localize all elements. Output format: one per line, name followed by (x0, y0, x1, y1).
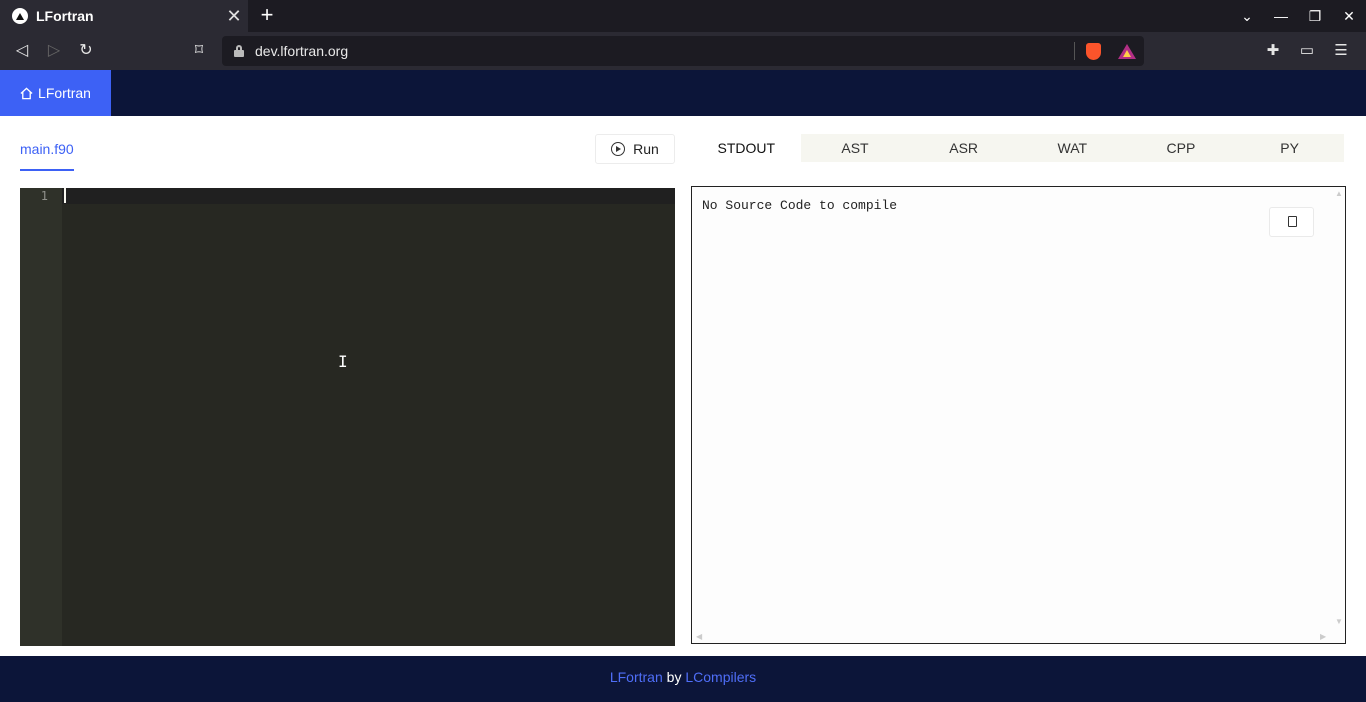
code-editor[interactable]: 1 I (20, 188, 675, 646)
bookmark-icon[interactable]: ⌑ (187, 39, 211, 63)
tab-cpp[interactable]: CPP (1127, 134, 1236, 162)
run-label: Run (633, 141, 659, 157)
tab-main-f90[interactable]: main.f90 (20, 141, 74, 157)
active-line-highlight (62, 188, 675, 204)
home-link[interactable]: LFortran (0, 70, 111, 116)
menu-icon[interactable]: ☰ (1324, 39, 1358, 63)
app-header: LFortran (0, 70, 1366, 116)
browser-tab[interactable]: LFortran ✕ (0, 0, 248, 32)
address-bar[interactable]: dev.lfortran.org (222, 36, 1144, 66)
copy-button[interactable] (1269, 207, 1314, 237)
extensions-icon[interactable]: ✚ (1256, 39, 1290, 63)
browser-toolbar: ◁ ▷ ↻ ⌑ dev.lfortran.org ✚ ▭ ☰ (0, 32, 1366, 70)
reload-icon[interactable]: ↻ (74, 39, 98, 63)
wallet-icon[interactable]: ▭ (1290, 39, 1324, 63)
brave-rewards-icon[interactable] (1118, 44, 1136, 59)
home-label: LFortran (38, 85, 91, 101)
run-button[interactable]: Run (595, 134, 675, 164)
play-icon (611, 142, 626, 156)
output-tabs: STDOUT AST ASR WAT CPP PY (692, 134, 1344, 162)
footer: LFortran by LCompilers (0, 656, 1366, 702)
scroll-right-icon[interactable]: ▶ (1320, 632, 1326, 641)
horizontal-scrollbar[interactable]: ◀ ▶ (692, 631, 1333, 643)
tab-asr[interactable]: ASR (909, 134, 1018, 162)
tab-stdout[interactable]: STDOUT (692, 134, 801, 162)
tab-title: LFortran (36, 8, 94, 24)
scroll-down-icon[interactable]: ▼ (1335, 617, 1343, 626)
home-icon (20, 87, 33, 99)
minimize-button[interactable]: — (1264, 8, 1298, 24)
url-text[interactable]: dev.lfortran.org (255, 43, 348, 59)
forward-icon[interactable]: ▷ (42, 39, 66, 63)
lock-icon[interactable] (234, 45, 244, 57)
tab-ast[interactable]: AST (801, 134, 910, 162)
lfortran-favicon-icon (12, 8, 28, 24)
active-tab-indicator (20, 169, 74, 171)
footer-lfortran-link[interactable]: LFortran (610, 669, 663, 685)
toolbar-actions: ✚ ▭ ☰ (1256, 39, 1358, 63)
back-icon[interactable]: ◁ (10, 39, 34, 63)
tab-wat[interactable]: WAT (1018, 134, 1127, 162)
scroll-left-icon[interactable]: ◀ (696, 632, 702, 641)
scroll-up-icon[interactable]: ▲ (1335, 189, 1343, 198)
line-gutter: 1 (20, 188, 62, 646)
output-panel: No Source Code to compile ▲ ▼ ◀ ▶ (691, 186, 1346, 644)
vertical-scrollbar[interactable]: ▲ ▼ (1333, 187, 1345, 631)
chevron-down-icon[interactable]: ⌄ (1230, 8, 1264, 25)
tab-close-icon[interactable]: ✕ (220, 6, 248, 27)
output-text: No Source Code to compile (702, 198, 898, 213)
line-number: 1 (40, 189, 48, 203)
copy-icon (1288, 213, 1300, 227)
divider (1074, 42, 1075, 60)
new-tab-button[interactable]: + (256, 4, 278, 28)
tab-py[interactable]: PY (1235, 134, 1344, 162)
browser-tab-bar: LFortran ✕ + ⌄ — ❐ ✕ (0, 0, 1366, 32)
ibeam-cursor-icon: I (338, 352, 348, 371)
footer-lcompilers-link[interactable]: LCompilers (685, 669, 756, 685)
brave-shields-icon[interactable] (1086, 43, 1101, 60)
footer-by-text: by (666, 669, 682, 685)
text-cursor (64, 188, 66, 203)
restore-button[interactable]: ❐ (1298, 8, 1332, 25)
close-window-button[interactable]: ✕ (1332, 8, 1366, 25)
window-controls: ⌄ — ❐ ✕ (1230, 0, 1366, 32)
